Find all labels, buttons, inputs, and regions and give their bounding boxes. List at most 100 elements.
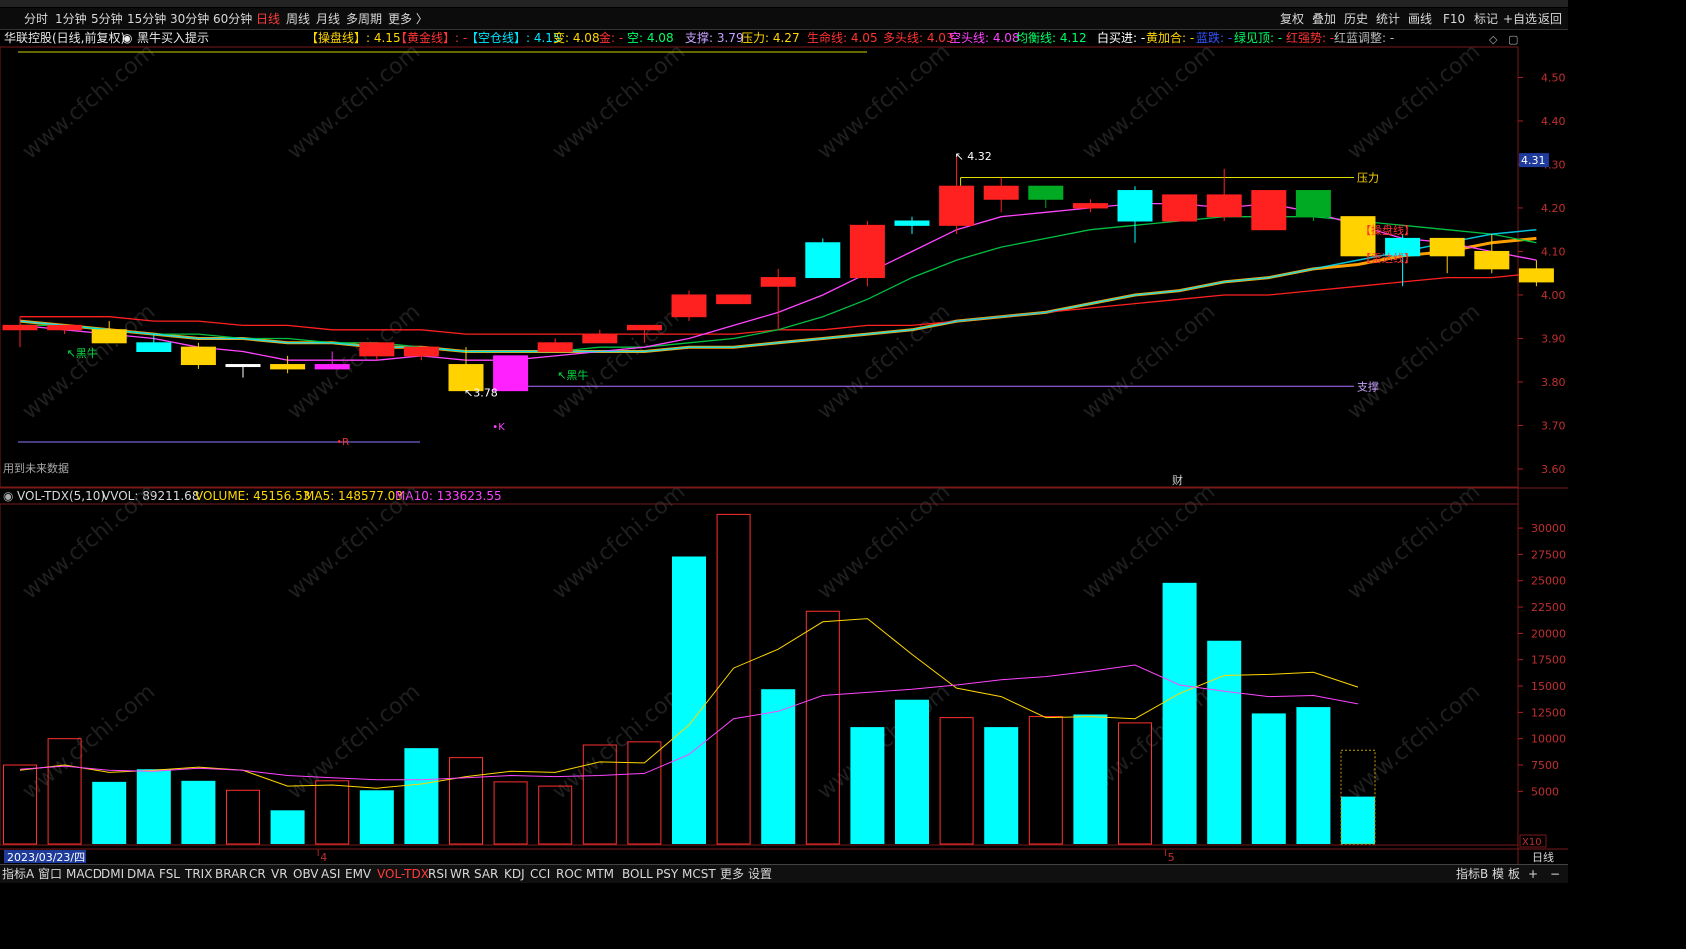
watermark-text: www.cfchi.com bbox=[813, 299, 955, 424]
watermark-text: www.cfchi.com bbox=[813, 39, 955, 164]
resistance-label: 压力 bbox=[1357, 172, 1379, 185]
future-data-note: 用到未来数据 bbox=[3, 461, 69, 475]
candle-body[interactable] bbox=[493, 355, 529, 392]
volume-bar[interactable] bbox=[716, 513, 751, 845]
volume-bar[interactable] bbox=[449, 757, 483, 845]
finance-mark-label: 财 bbox=[1172, 473, 1183, 487]
candle-body[interactable] bbox=[626, 324, 662, 331]
candle-body[interactable] bbox=[983, 185, 1019, 200]
watermark-text: www.cfchi.com bbox=[283, 39, 425, 164]
volume-pane-frame bbox=[0, 503, 1519, 846]
k-mark-0: •R bbox=[336, 437, 349, 448]
candle-body[interactable] bbox=[1474, 250, 1510, 270]
volume-bar[interactable] bbox=[1341, 796, 1375, 844]
candle-body[interactable] bbox=[1295, 190, 1331, 218]
high-price-mark: ↖ 4.32 bbox=[955, 150, 992, 163]
volume-bar[interactable] bbox=[1028, 716, 1063, 845]
watermark-text: www.cfchi.com bbox=[1078, 39, 1220, 164]
volume-bar[interactable] bbox=[761, 689, 796, 844]
watermark-text: www.cfchi.com bbox=[1343, 679, 1485, 804]
volume-bar[interactable] bbox=[850, 727, 885, 844]
signal-label-0: ↖黑牛 bbox=[67, 346, 98, 360]
volume-bar[interactable] bbox=[805, 610, 840, 845]
candle-body[interactable] bbox=[2, 324, 38, 331]
candle-body[interactable] bbox=[91, 329, 127, 344]
volume-bar[interactable] bbox=[359, 790, 394, 844]
candle-body[interactable] bbox=[1518, 268, 1554, 283]
price-tick-label: 3.90 bbox=[1541, 332, 1566, 345]
volume-bar[interactable] bbox=[92, 781, 127, 844]
candle-body[interactable] bbox=[760, 277, 796, 287]
candle-body[interactable] bbox=[537, 342, 573, 352]
price-tick-label: 4.40 bbox=[1541, 115, 1566, 128]
candle-body[interactable] bbox=[849, 224, 885, 279]
candle-body[interactable] bbox=[1251, 190, 1287, 231]
volume-bar[interactable] bbox=[404, 748, 439, 844]
candle-body[interactable] bbox=[805, 242, 841, 279]
volume-tick-label: 20000 bbox=[1531, 627, 1566, 640]
candle-body[interactable] bbox=[1028, 185, 1064, 200]
candle-body[interactable] bbox=[1429, 237, 1465, 257]
watermark-text: www.cfchi.com bbox=[283, 479, 425, 604]
volume-bar[interactable] bbox=[493, 781, 528, 845]
volume-bar[interactable] bbox=[181, 780, 216, 844]
volume-tick-label: 30000 bbox=[1531, 522, 1566, 535]
volume-bar[interactable] bbox=[1207, 640, 1242, 844]
volume-tick-label: 15000 bbox=[1531, 680, 1566, 693]
candle-body[interactable] bbox=[403, 346, 439, 357]
app-window: { "app": { "stock_title": "华联控股(日线,前复权)"… bbox=[0, 0, 1568, 883]
watermark-text: www.cfchi.com bbox=[813, 479, 955, 604]
diamond-icon: ◇ bbox=[1489, 33, 1498, 46]
volume-bar[interactable] bbox=[1162, 582, 1197, 844]
main-pane-frame bbox=[0, 46, 1519, 488]
price-tick-label: 4.20 bbox=[1541, 202, 1566, 215]
watermark-text: www.cfchi.com bbox=[1343, 479, 1485, 604]
volume-bar[interactable] bbox=[672, 556, 706, 844]
candle-body[interactable] bbox=[716, 294, 752, 305]
support-label: 支撑 bbox=[1357, 379, 1379, 393]
volume-tick-label: 10000 bbox=[1531, 733, 1566, 746]
volume-bar[interactable] bbox=[984, 727, 1019, 844]
watermark-text: www.cfchi.com bbox=[548, 39, 690, 164]
volume-bar[interactable] bbox=[226, 789, 260, 845]
k-mark-1: •K bbox=[492, 422, 505, 433]
watermark-text: www.cfchi.com bbox=[548, 479, 690, 604]
candle-body[interactable] bbox=[225, 364, 261, 368]
candle-body[interactable] bbox=[1162, 194, 1198, 222]
candle-body[interactable] bbox=[314, 364, 350, 370]
volume-bar[interactable] bbox=[136, 769, 171, 844]
candle-body[interactable] bbox=[939, 185, 975, 226]
candle-body[interactable] bbox=[1117, 190, 1153, 222]
watermark-text: www.cfchi.com bbox=[1343, 39, 1485, 164]
candle-body[interactable] bbox=[136, 342, 172, 352]
low-price-mark: ↖3.78 bbox=[464, 387, 498, 400]
volume-bar[interactable] bbox=[627, 741, 662, 845]
candle-body[interactable] bbox=[270, 364, 306, 370]
candle-body[interactable] bbox=[894, 220, 930, 226]
volume-bar[interactable] bbox=[1296, 707, 1331, 844]
candle-body[interactable] bbox=[671, 294, 707, 318]
volume-tick-label: 5000 bbox=[1531, 785, 1559, 798]
kline-chart-canvas[interactable]: www.cfchi.com www.cfchi.com www.cfchi.com w… bbox=[0, 0, 1568, 883]
candle-body[interactable] bbox=[1206, 194, 1242, 218]
candle-body[interactable] bbox=[180, 346, 216, 366]
candle-body[interactable] bbox=[359, 342, 395, 357]
volume-bar[interactable] bbox=[939, 717, 974, 845]
price-tick-label: 3.60 bbox=[1541, 463, 1566, 476]
restore-icon: ▢ bbox=[1508, 33, 1518, 46]
volume-bar[interactable] bbox=[1073, 714, 1108, 844]
volume-bar[interactable] bbox=[1251, 713, 1286, 844]
price-tick-label: 4.50 bbox=[1541, 71, 1566, 84]
price-tick-label: 3.70 bbox=[1541, 419, 1566, 432]
volume-bar[interactable] bbox=[315, 780, 350, 845]
watermark-text: www.cfchi.com bbox=[18, 299, 160, 424]
volume-bar[interactable] bbox=[895, 699, 929, 844]
watermark-text: www.cfchi.com bbox=[548, 299, 690, 424]
price-tick-label: 4.10 bbox=[1541, 245, 1566, 258]
signal-label-1: ↖黑牛 bbox=[557, 368, 588, 382]
candle-body[interactable] bbox=[47, 324, 83, 331]
watermark-text: www.cfchi.com bbox=[18, 479, 160, 604]
candle-body[interactable] bbox=[582, 333, 618, 344]
volume-bar[interactable] bbox=[270, 810, 305, 844]
candle-body[interactable] bbox=[1072, 203, 1108, 209]
